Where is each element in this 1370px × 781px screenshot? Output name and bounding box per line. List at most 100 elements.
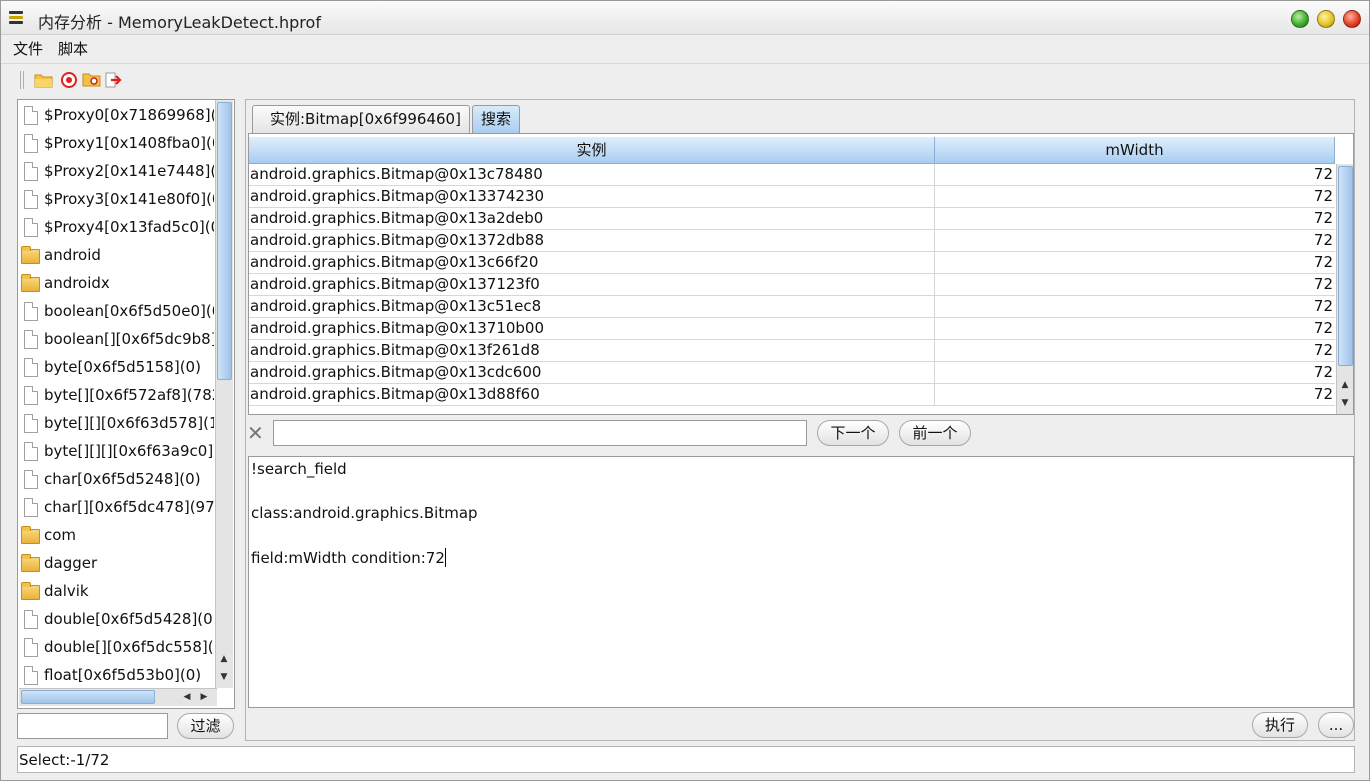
table-row[interactable]: android.graphics.Bitmap@0x13c78480 72 (249, 164, 1335, 186)
tree-item[interactable]: char[0x6f5d5248](0) (20, 466, 214, 494)
tree-item-label: char[0x6f5d5248](0) (44, 470, 201, 488)
file-icon (20, 414, 40, 434)
clear-icon[interactable]: ✕ (247, 421, 264, 445)
table-row[interactable]: android.graphics.Bitmap@0x13f261d8 72 (249, 340, 1335, 362)
more-button[interactable]: ... (1318, 712, 1354, 738)
file-icon (20, 610, 40, 630)
tree-item[interactable]: boolean[0x6f5d50e0](0) (20, 298, 214, 326)
instance-cell: android.graphics.Bitmap@0x13374230 (250, 187, 545, 205)
tree-item[interactable]: byte[][0x6f572af8](7828 (20, 382, 214, 410)
menu-file[interactable]: 文件 (13, 38, 43, 59)
tree-scroll-thumb[interactable] (217, 102, 232, 380)
mwidth-cell: 72 (1313, 385, 1333, 403)
tree-vertical-scrollbar[interactable]: ▲ ▼ (215, 100, 233, 688)
tree-item[interactable]: byte[0x6f5d5158](0) (20, 354, 214, 382)
tab-instance[interactable]: 实例:Bitmap[0x6f996460] (252, 105, 470, 133)
tree-horizontal-scrollbar[interactable]: ◀ ▶ (19, 688, 217, 706)
tree-item[interactable]: dalvik (20, 578, 214, 606)
maximize-button[interactable] (1291, 10, 1309, 28)
target-icon[interactable] (58, 70, 80, 90)
folder-search-icon[interactable] (81, 70, 103, 90)
tree-item[interactable]: androidx (20, 270, 214, 298)
editor-line: class:android.graphics.Bitmap (251, 504, 478, 522)
filter-button[interactable]: 过滤 (177, 713, 234, 739)
menu-bar: 文件 脚本 (1, 35, 1369, 59)
search-input[interactable] (273, 420, 807, 446)
tree-item[interactable]: char[][0x6f5dc478](9774 (20, 494, 214, 522)
tree-item[interactable]: dagger (20, 550, 214, 578)
window-title: 内存分析 - MemoryLeakDetect.hprof (38, 13, 321, 32)
table-scroll-thumb[interactable] (1338, 166, 1353, 366)
table-vertical-scrollbar[interactable]: ▲ ▼ (1336, 164, 1353, 414)
tree-item[interactable]: byte[][][0x6f63d578](14 (20, 410, 214, 438)
tree-item-label: android (44, 246, 101, 264)
close-button[interactable] (1343, 10, 1361, 28)
tree-item[interactable]: $Proxy2[0x141e7448](2 (20, 158, 214, 186)
tree-item[interactable]: boolean[][0x6f5dc9b8](2 (20, 326, 214, 354)
filter-input[interactable] (17, 713, 168, 739)
previous-button[interactable]: 前一个 (899, 420, 971, 446)
mwidth-cell: 72 (1313, 253, 1333, 271)
tree-item[interactable]: byte[][][][0x6f63a9c0](8) (20, 438, 214, 466)
instance-cell: android.graphics.Bitmap@0x13d88f60 (250, 385, 540, 403)
arrow-right-icon[interactable] (103, 70, 125, 90)
file-icon (20, 638, 40, 658)
table-row[interactable]: android.graphics.Bitmap@0x13710b00 72 (249, 318, 1335, 340)
toolbar (1, 63, 1369, 95)
table-row[interactable]: android.graphics.Bitmap@0x13374230 72 (249, 186, 1335, 208)
next-button[interactable]: 下一个 (817, 420, 889, 446)
minimize-button[interactable] (1317, 10, 1335, 28)
execute-button[interactable]: 执行 (1252, 712, 1308, 738)
tree-item[interactable]: double[0x6f5d5428](0) (20, 606, 214, 634)
results-table: 实例 mWidth android.graphics.Bitmap@0x13c7… (248, 133, 1354, 415)
instance-cell: android.graphics.Bitmap@0x13c51ec8 (250, 297, 542, 315)
tree-item[interactable]: com (20, 522, 214, 550)
table-row[interactable]: android.graphics.Bitmap@0x13a2deb0 72 (249, 208, 1335, 230)
instance-cell: android.graphics.Bitmap@0x137123f0 (250, 275, 540, 293)
tree-item[interactable]: float[0x6f5d53b0](0) (20, 662, 214, 690)
instance-cell: android.graphics.Bitmap@0x1372db88 (250, 231, 544, 249)
column-header-instance[interactable]: 实例 (249, 137, 935, 164)
table-row[interactable]: android.graphics.Bitmap@0x137123f0 72 (249, 274, 1335, 296)
scroll-down-icon[interactable]: ▼ (216, 670, 232, 684)
column-header-mwidth[interactable]: mWidth (935, 137, 1335, 164)
status-text: Select:-1/72 (19, 751, 110, 769)
tree-item[interactable]: double[][0x6f5dc558](12 (20, 634, 214, 662)
main-panel: 实例:Bitmap[0x6f996460] 搜索 实例 mWidth andro… (245, 99, 1355, 741)
folder-icon (20, 274, 40, 294)
file-icon (20, 442, 40, 462)
scroll-up-icon[interactable]: ▲ (216, 652, 232, 666)
instance-cell: android.graphics.Bitmap@0x13710b00 (250, 319, 545, 337)
file-icon (20, 330, 40, 350)
tree-item[interactable]: $Proxy3[0x141e80f0](0) (20, 186, 214, 214)
instance-cell: android.graphics.Bitmap@0x13c78480 (250, 165, 543, 183)
tab-search[interactable]: 搜索 (472, 105, 520, 133)
file-icon (20, 666, 40, 686)
text-cursor (444, 548, 446, 567)
table-row[interactable]: android.graphics.Bitmap@0x13d88f60 72 (249, 384, 1335, 406)
tree-item[interactable]: $Proxy1[0x1408fba0](0) (20, 130, 214, 158)
open-folder-icon[interactable] (33, 70, 55, 90)
scroll-up-icon[interactable]: ▲ (1337, 378, 1353, 392)
table-row[interactable]: android.graphics.Bitmap@0x13cdc600 72 (249, 362, 1335, 384)
toolbar-grip[interactable] (20, 71, 26, 89)
scroll-left-icon[interactable]: ◀ (179, 690, 195, 704)
tree-item[interactable]: android (20, 242, 214, 270)
class-tree-panel: $Proxy0[0x71869968](1 $Proxy1[0x1408fba0]… (17, 99, 235, 709)
tree-hscroll-thumb[interactable] (21, 690, 155, 704)
mwidth-cell: 72 (1313, 297, 1333, 315)
menu-script[interactable]: 脚本 (58, 38, 88, 59)
mwidth-cell: 72 (1313, 363, 1333, 381)
tree-item-label: $Proxy3[0x141e80f0](0) (44, 190, 214, 208)
table-row[interactable]: android.graphics.Bitmap@0x1372db88 72 (249, 230, 1335, 252)
scroll-right-icon[interactable]: ▶ (196, 690, 212, 704)
file-icon (20, 302, 40, 322)
table-row[interactable]: android.graphics.Bitmap@0x13c51ec8 72 (249, 296, 1335, 318)
table-row[interactable]: android.graphics.Bitmap@0x13c66f20 72 (249, 252, 1335, 274)
script-editor[interactable]: !search_field class:android.graphics.Bit… (248, 456, 1354, 708)
tree-item[interactable]: $Proxy4[0x13fad5c0](0) (20, 214, 214, 242)
instance-cell: android.graphics.Bitmap@0x13cdc600 (250, 363, 542, 381)
scroll-down-icon[interactable]: ▼ (1337, 396, 1353, 410)
tree-item[interactable]: $Proxy0[0x71869968](1 (20, 102, 214, 130)
editor-line: !search_field (251, 460, 347, 478)
